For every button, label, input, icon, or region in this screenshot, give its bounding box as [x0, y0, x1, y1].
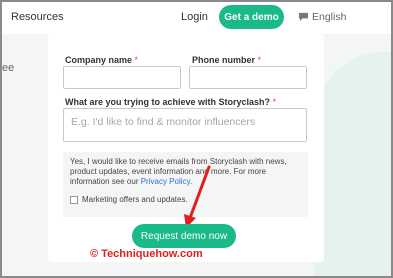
- screenshot-frame: Resources Login Get a demo English ee Co…: [0, 0, 393, 278]
- marketing-checkbox-label: Marketing offers and updates.: [82, 195, 188, 204]
- language-selector[interactable]: English: [298, 11, 346, 23]
- left-text-fragment: ee: [2, 62, 15, 74]
- goal-question-label: What are you trying to achieve with Stor…: [65, 97, 277, 107]
- language-label: English: [312, 11, 347, 23]
- company-name-input[interactable]: [63, 66, 181, 89]
- get-a-demo-button[interactable]: Get a demo: [219, 5, 284, 29]
- top-navigation-bar: Resources Login Get a demo English: [2, 2, 391, 34]
- goal-textarea[interactable]: E.g. I'd like to find & monitor influenc…: [63, 108, 307, 142]
- nav-resources-link[interactable]: Resources: [11, 11, 64, 23]
- phone-number-label: Phone number *: [192, 55, 262, 65]
- marketing-checkbox[interactable]: [70, 196, 78, 204]
- chat-bubble-icon: [298, 12, 309, 22]
- watermark-text: © Techniquehow.com: [90, 248, 203, 260]
- red-annotation-arrow: [184, 165, 211, 228]
- decorative-background-shape: [314, 52, 391, 276]
- nav-login-link[interactable]: Login: [181, 11, 208, 23]
- phone-number-input[interactable]: [189, 66, 307, 89]
- request-demo-button[interactable]: Request demo now: [132, 224, 236, 248]
- goal-placeholder: E.g. I'd like to find & monitor influenc…: [71, 116, 256, 128]
- company-name-label: Company name *: [65, 55, 139, 65]
